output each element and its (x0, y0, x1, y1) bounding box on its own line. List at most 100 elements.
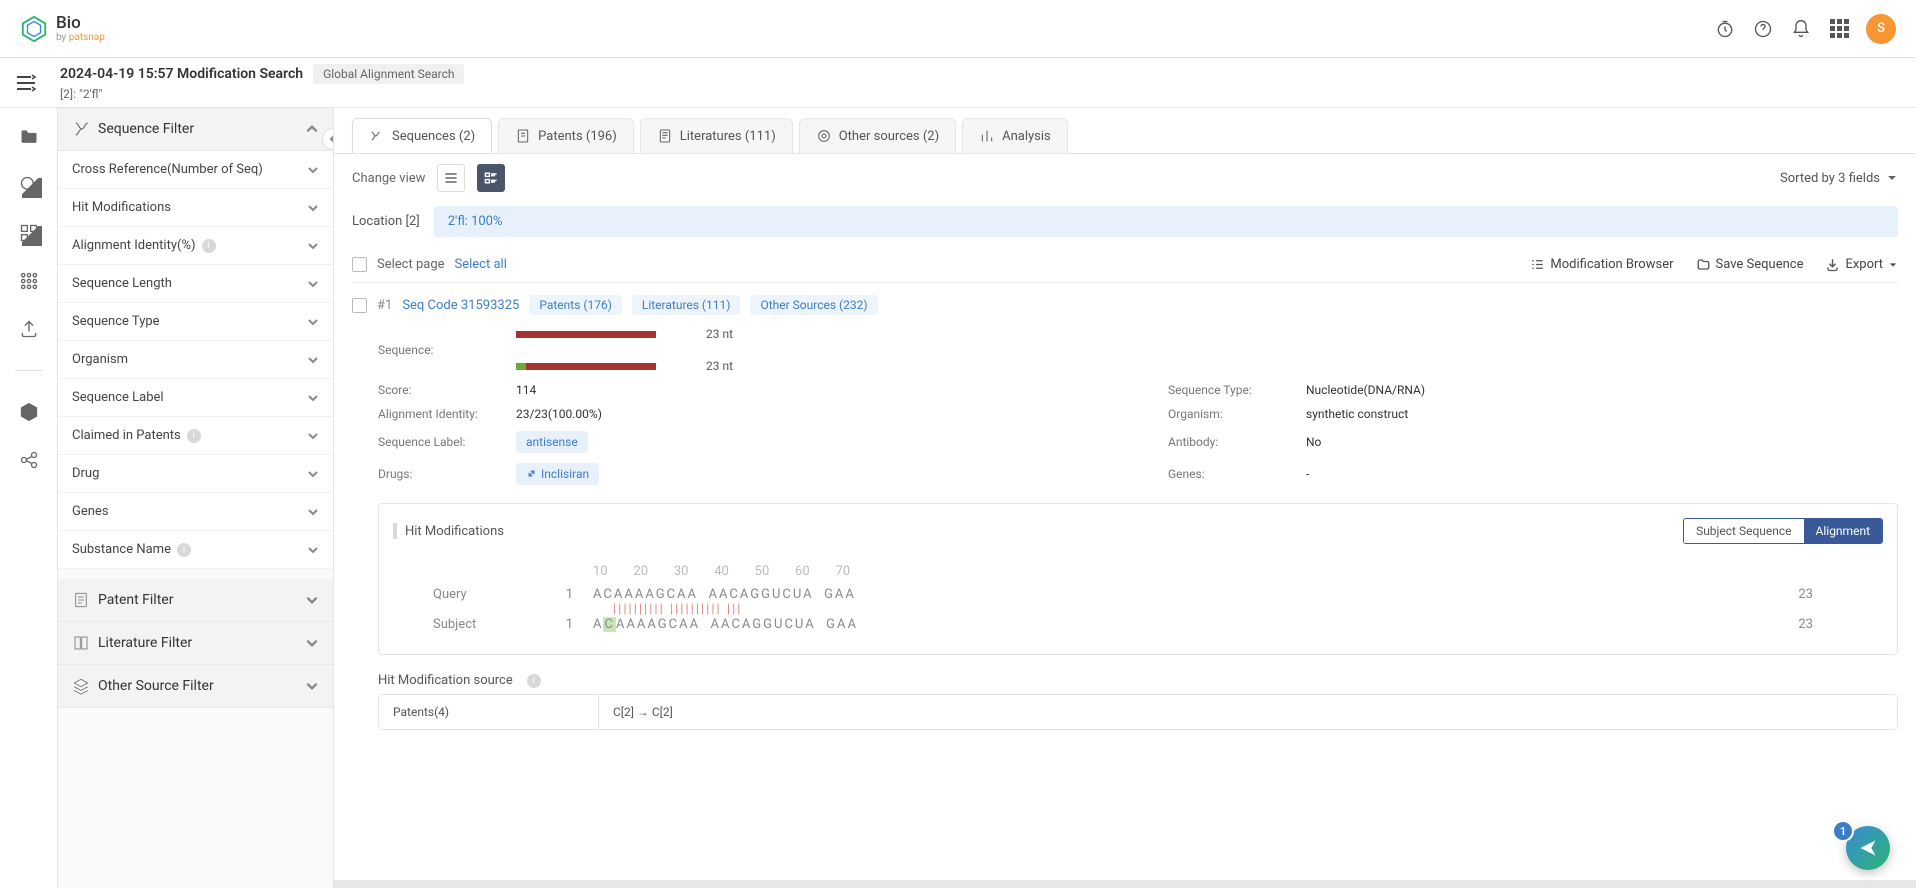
subject-label: Subject (433, 617, 533, 632)
folder-icon[interactable] (18, 126, 40, 148)
info-icon: i (202, 239, 216, 253)
tab-patents[interactable]: Patents (196) (498, 118, 634, 153)
result-checkbox[interactable] (352, 298, 367, 313)
hit-modifications-title: Hit Modifications (405, 524, 504, 539)
avatar[interactable]: S (1866, 14, 1896, 44)
chevron-down-icon (307, 316, 319, 328)
query-sequence-bar (516, 331, 656, 338)
info-icon: i (187, 429, 201, 443)
save-sequence-button[interactable]: Save Sequence (1696, 257, 1804, 272)
result-card: #1 Seq Code 31593325 Patents (176) Liter… (352, 295, 1898, 730)
seqlabel-value[interactable]: antisense (516, 431, 588, 453)
dashboard-icon[interactable] (18, 222, 40, 244)
filter-genes[interactable]: Genes (58, 493, 333, 531)
chevron-down-icon (307, 544, 319, 556)
sort-control[interactable]: Sorted by 3 fields (1780, 171, 1898, 186)
hit-source-row: Hit Modification source i (378, 673, 1898, 688)
menu-toggle-icon[interactable] (14, 73, 38, 93)
subject-sequence-toggle[interactable]: Subject Sequence (1684, 519, 1803, 543)
help-icon[interactable] (1752, 18, 1774, 40)
result-badge-patents[interactable]: Patents (176) (529, 295, 622, 315)
alignment-matches: |||||||||| |||||||||| ||| (433, 602, 1843, 617)
alignment-ruler: 10 20 30 40 50 60 70 (433, 564, 1843, 579)
sequence-label: Sequence: (378, 343, 498, 357)
tab-other-sources[interactable]: Other sources (2) (799, 118, 956, 153)
card-view-button[interactable] (477, 164, 505, 192)
subject-end-pos: 23 (1798, 617, 1843, 632)
export-button[interactable]: Export (1825, 257, 1898, 272)
alignid-value: 23/23(100.00%) (516, 407, 602, 421)
filter-drug[interactable]: Drug (58, 455, 333, 493)
patent-filter-header[interactable]: Patent Filter (58, 579, 333, 622)
chevron-down-icon (307, 392, 319, 404)
search-title: 2024-04-19 15:57 Modification Search (60, 66, 303, 82)
top-header: Bio by patsnap S (0, 0, 1916, 58)
query-end-pos: 23 (1798, 587, 1843, 602)
sequence-filter-header[interactable]: Sequence Filter (58, 108, 333, 151)
tab-sequences[interactable]: Sequences (2) (352, 118, 492, 153)
patent-filter-label: Patent Filter (98, 592, 173, 608)
horizontal-scrollbar[interactable] (334, 880, 1916, 888)
filter-substance-name[interactable]: Substance Name i (58, 531, 333, 569)
filter-alignment-identity[interactable]: Alignment Identity(%) i (58, 227, 333, 265)
chevron-down-icon (305, 636, 319, 650)
result-badge-others[interactable]: Other Sources (232) (750, 295, 877, 315)
select-all-link[interactable]: Select all (455, 257, 507, 272)
other-source-filter-header[interactable]: Other Source Filter (58, 665, 333, 708)
result-title-link[interactable]: Seq Code 31593325 (402, 298, 519, 313)
sequence-icon (72, 120, 90, 138)
filter-sequence-length[interactable]: Sequence Length (58, 265, 333, 303)
filter-cross-reference[interactable]: Cross Reference(Number of Seq) (58, 151, 333, 189)
tab-literatures[interactable]: Literatures (111) (640, 118, 793, 153)
disc-icon (816, 128, 832, 144)
share-icon[interactable] (18, 449, 40, 471)
document-icon (72, 591, 90, 609)
bell-icon[interactable] (1790, 18, 1812, 40)
logo[interactable]: Bio by patsnap (20, 14, 105, 44)
filter-claimed-in-patents[interactable]: Claimed in Patents i (58, 417, 333, 455)
antibody-label: Antibody: (1168, 435, 1294, 449)
location-chip[interactable]: 2'fl: 100% (434, 206, 1898, 237)
view-mode-toggle: Subject Sequence Alignment (1683, 518, 1883, 544)
apps-icon[interactable] (1828, 18, 1850, 40)
hit-modifications-panel: Hit Modifications Subject Sequence Align… (378, 503, 1898, 655)
query-start-pos: 1 (533, 587, 593, 602)
cube-icon[interactable] (18, 401, 40, 423)
chevron-down-icon (307, 164, 319, 176)
info-icon[interactable]: i (527, 674, 541, 688)
result-index: #1 (377, 298, 392, 313)
grid-icon[interactable] (18, 270, 40, 292)
filter-sequence-label[interactable]: Sequence Label (58, 379, 333, 417)
drugs-value[interactable]: Inclisiran (516, 463, 599, 485)
chart-icon (979, 128, 995, 144)
source-patents-cell[interactable]: Patents(4) (379, 695, 599, 729)
search-icon[interactable] (18, 174, 40, 196)
filter-hit-modifications[interactable]: Hit Modifications (58, 189, 333, 227)
tab-analysis[interactable]: Analysis (962, 118, 1068, 153)
chevron-down-icon (307, 506, 319, 518)
location-bar: Location [2] 2'fl: 100% (352, 206, 1898, 237)
seqtype-value: Nucleotide(DNA/RNA) (1306, 383, 1425, 397)
timer-icon[interactable] (1714, 18, 1736, 40)
hit-source-label: Hit Modification source (378, 673, 513, 688)
upload-icon[interactable] (18, 318, 40, 340)
list-view-button[interactable] (437, 164, 465, 192)
filter-organism[interactable]: Organism (58, 341, 333, 379)
tabs-row: Sequences (2) Patents (196) Literatures … (334, 108, 1916, 153)
sub-header: 2024-04-19 15:57 Modification Search Glo… (0, 58, 1916, 108)
content-area: Sequences (2) Patents (196) Literatures … (334, 108, 1916, 888)
modification-browser-button[interactable]: Modification Browser (1530, 257, 1673, 272)
seqtype-label: Sequence Type: (1168, 383, 1294, 397)
literature-icon (657, 128, 673, 144)
panel-accent-bar (393, 523, 397, 539)
alignment-toggle[interactable]: Alignment (1804, 519, 1882, 543)
drugs-label: Drugs: (378, 467, 504, 481)
layers-icon (72, 677, 90, 695)
filter-sequence-type[interactable]: Sequence Type (58, 303, 333, 341)
select-page-checkbox[interactable] (352, 257, 367, 272)
literature-filter-header[interactable]: Literature Filter (58, 622, 333, 665)
result-badge-literatures[interactable]: Literatures (111) (632, 295, 741, 315)
chevron-down-icon (305, 679, 319, 693)
organism-label: Organism: (1168, 407, 1294, 421)
query-sequence: ACAAAAGCAA AACAGGUCUA GAA (593, 587, 856, 602)
